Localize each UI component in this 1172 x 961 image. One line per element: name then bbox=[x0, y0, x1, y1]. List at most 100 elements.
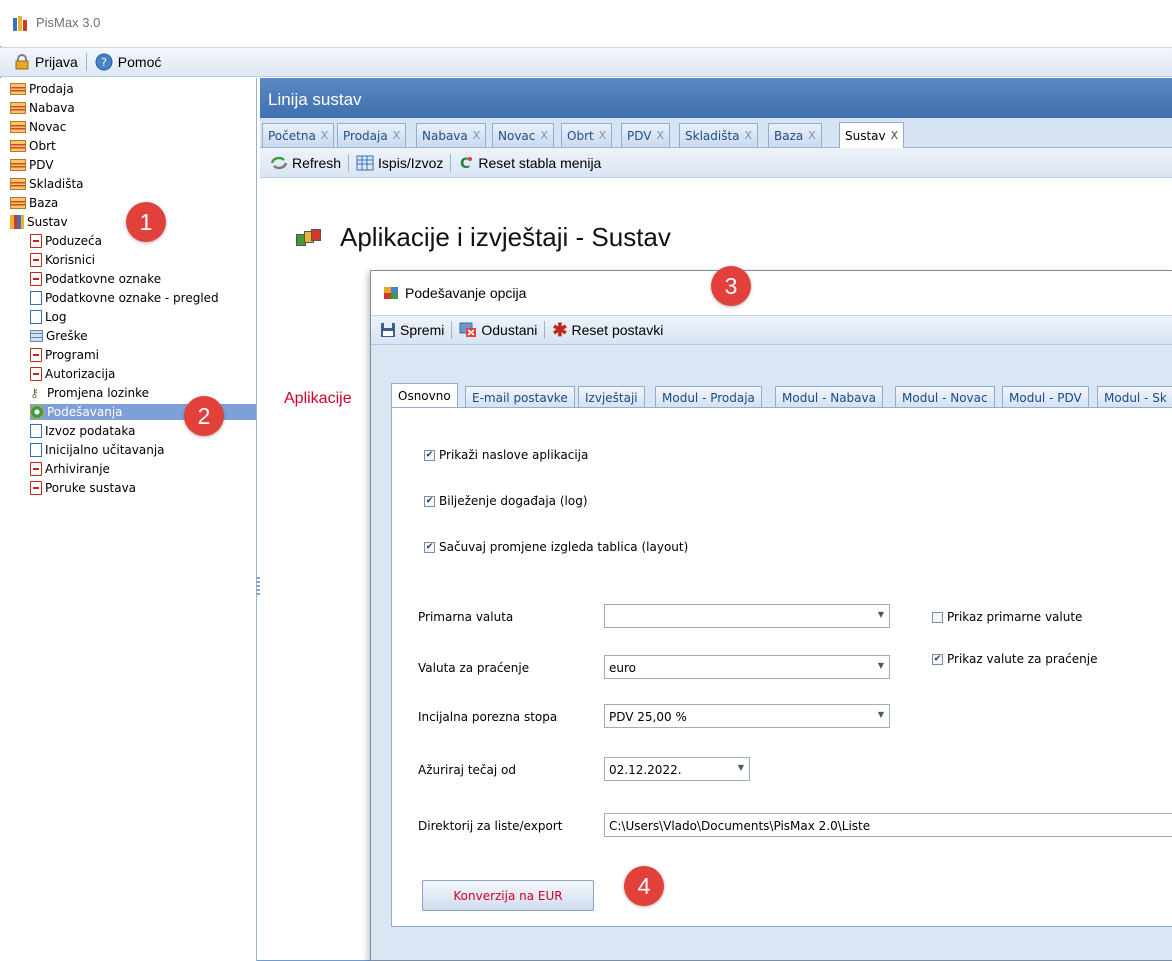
sidebar-item-label: Podatkovne oznake - pregled bbox=[45, 291, 219, 305]
sidebar-item-log[interactable]: Log bbox=[30, 309, 66, 325]
show-titles-checkbox[interactable]: ✔ bbox=[424, 449, 435, 461]
sidebar-item-poruke-sustava[interactable]: Poruke sustava bbox=[30, 480, 136, 496]
tab-modul-pdv[interactable]: Modul - PDV bbox=[1002, 386, 1089, 408]
close-icon[interactable]: X bbox=[393, 129, 401, 142]
sidebar-item-nabava[interactable]: Nabava bbox=[10, 100, 75, 116]
close-icon[interactable]: X bbox=[321, 129, 329, 142]
callout-marker: 3 bbox=[711, 266, 751, 306]
show-tracking-currency-checkbox[interactable]: ✔ bbox=[932, 653, 943, 665]
sidebar-item-podatkovne-oznake-pregled[interactable]: Podatkovne oznake - pregled bbox=[30, 290, 219, 306]
log-events-option[interactable]: ✔ Bilježenje događaja (log) bbox=[424, 494, 588, 508]
initial-tax-select[interactable]: PDV 25,00 % ▼ bbox=[604, 704, 890, 728]
cancel-label: Odustani bbox=[481, 322, 538, 338]
sidebar-item-skladista[interactable]: Skladišta bbox=[10, 176, 84, 192]
save-layout-option[interactable]: ✔ Sačuvaj promjene izgleda tablica (layou… bbox=[424, 540, 688, 554]
update-rate-label: Ažuriraj tečaj od bbox=[418, 763, 516, 777]
tab-email-postavke[interactable]: E-mail postavke bbox=[465, 386, 575, 408]
tab-modul-skladista[interactable]: Modul - Sk bbox=[1097, 386, 1172, 408]
tracking-currency-select[interactable]: euro ▼ bbox=[604, 655, 890, 679]
document-icon bbox=[30, 481, 42, 495]
sidebar-item-sustav[interactable]: Sustav bbox=[10, 214, 68, 230]
tab-modul-nabava[interactable]: Modul - Nabava bbox=[775, 386, 883, 408]
toolbar-divider bbox=[544, 321, 546, 339]
close-icon[interactable]: X bbox=[656, 129, 664, 142]
sidebar-item-korisnici[interactable]: Korisnici bbox=[30, 252, 95, 268]
sidebar-item-label: Greške bbox=[46, 329, 88, 343]
export-dir-input[interactable]: C:\Users\Vlado\Documents\PisMax 2.0\List… bbox=[604, 813, 1172, 837]
tab-pocetna[interactable]: Početna X bbox=[262, 123, 335, 147]
document-icon bbox=[30, 253, 42, 267]
close-icon[interactable]: X bbox=[891, 129, 899, 142]
tab-izvjestaji[interactable]: Izvještaji bbox=[578, 386, 645, 408]
reset-menu-tree-button[interactable]: C Reset stabla menija bbox=[454, 155, 605, 171]
sidebar-item-novac[interactable]: Novac bbox=[10, 119, 66, 135]
document-icon bbox=[30, 272, 42, 286]
sidebar-item-programi[interactable]: Programi bbox=[30, 347, 99, 363]
sidebar-item-autorizacija[interactable]: Autorizacija bbox=[30, 366, 115, 382]
tab-label: Obrt bbox=[567, 128, 594, 143]
sidebar-item-inicijalno-ucitavanja[interactable]: Inicijalno učitavanja bbox=[30, 442, 165, 458]
asterisk-icon: ✱ bbox=[552, 319, 568, 340]
tab-novac[interactable]: Novac X bbox=[492, 123, 554, 147]
settings-dialog: Podešavanje opcija Spremi Odustani ✱ Res… bbox=[370, 270, 1172, 961]
refresh-button[interactable]: Refresh bbox=[266, 155, 345, 171]
log-events-checkbox[interactable]: ✔ bbox=[424, 495, 435, 507]
cancel-button[interactable]: Odustani bbox=[455, 322, 541, 338]
sidebar-item-label: Arhiviranje bbox=[45, 462, 110, 476]
show-primary-currency-checkbox[interactable]: ✔ bbox=[932, 611, 943, 623]
sidebar-item-label: PDV bbox=[29, 158, 54, 172]
show-titles-option[interactable]: ✔ Prikaži naslove aplikacija bbox=[424, 448, 588, 462]
module-tab-strip: Početna X Prodaja X Nabava X Novac X Obrt X P… bbox=[260, 118, 1172, 148]
show-tracking-currency-option[interactable]: ✔ Prikaz valute za praćenje bbox=[932, 652, 1097, 666]
tab-sustav[interactable]: Sustav X bbox=[839, 122, 905, 148]
sidebar-item-obrt[interactable]: Obrt bbox=[10, 138, 56, 154]
save-layout-checkbox[interactable]: ✔ bbox=[424, 541, 435, 553]
reset-settings-label: Reset postavki bbox=[571, 322, 664, 338]
primary-currency-select[interactable]: ▼ bbox=[604, 604, 890, 628]
save-button[interactable]: Spremi bbox=[376, 322, 448, 338]
tab-skladista[interactable]: Skladišta X bbox=[679, 123, 759, 147]
sidebar-item-promjena-lozinke[interactable]: ⚷ Promjena lozinke bbox=[30, 385, 149, 401]
help-menu[interactable]: ? Pomoć bbox=[91, 53, 166, 71]
sidebar-item-label: Skladišta bbox=[29, 177, 84, 191]
tab-osnovno[interactable]: Osnovno bbox=[391, 383, 458, 408]
close-icon[interactable]: X bbox=[473, 129, 481, 142]
sidebar-item-greske[interactable]: Greške bbox=[30, 328, 88, 344]
cancel-icon bbox=[459, 322, 477, 337]
close-icon[interactable]: X bbox=[599, 129, 607, 142]
tab-modul-prodaja[interactable]: Modul - Prodaja bbox=[655, 386, 762, 408]
sidebar-item-prodaja[interactable]: Prodaja bbox=[10, 81, 74, 97]
login-menu[interactable]: Prijava bbox=[10, 54, 82, 70]
sidebar-item-podatkovne-oznake[interactable]: Podatkovne oznake bbox=[30, 271, 161, 287]
tab-obrt[interactable]: Obrt X bbox=[561, 123, 613, 147]
tab-pdv[interactable]: PDV X bbox=[621, 123, 671, 147]
section-header: Linija sustav bbox=[260, 78, 1172, 118]
close-icon[interactable]: X bbox=[540, 129, 548, 142]
window-title: PisMax 3.0 bbox=[36, 15, 101, 30]
sidebar-item-izvoz-podataka[interactable]: Izvoz podataka bbox=[30, 423, 135, 439]
splitter-handle[interactable] bbox=[256, 575, 260, 595]
tab-modul-novac[interactable]: Modul - Novac bbox=[895, 386, 995, 408]
checkbox-label: Prikaz valute za praćenje bbox=[947, 652, 1098, 666]
sidebar-item-poduzeca[interactable]: Poduzeća bbox=[30, 233, 102, 249]
show-primary-currency-option[interactable]: ✔ Prikaz primarne valute bbox=[932, 610, 1082, 624]
convert-to-eur-button[interactable]: Konverzija na EUR bbox=[422, 880, 594, 911]
close-icon[interactable]: X bbox=[745, 129, 753, 142]
tab-nabava[interactable]: Nabava X bbox=[416, 123, 487, 147]
export-dir-label: Direktorij za liste/export bbox=[418, 819, 563, 833]
checkbox-label: Bilježenje događaja (log) bbox=[439, 494, 588, 508]
tab-prodaja[interactable]: Prodaja X bbox=[337, 123, 407, 147]
tab-baza[interactable]: Baza X bbox=[768, 123, 822, 147]
print-export-button[interactable]: Ispis/Izvoz bbox=[352, 155, 447, 171]
date-value: 02.12.2022. bbox=[609, 763, 682, 777]
update-rate-date-picker[interactable]: 02.12.2022. ▼ bbox=[604, 757, 750, 781]
blank-document-icon bbox=[30, 291, 42, 305]
sidebar-item-label: Novac bbox=[29, 120, 67, 134]
close-icon[interactable]: X bbox=[808, 129, 816, 142]
sidebar-item-pdv[interactable]: PDV bbox=[10, 157, 53, 173]
key-icon: ⚷ bbox=[30, 386, 39, 400]
checkbox-label: Prikaz primarne valute bbox=[947, 610, 1083, 624]
sidebar-item-arhiviranje[interactable]: Arhiviranje bbox=[30, 461, 110, 477]
sidebar-item-baza[interactable]: Baza bbox=[10, 195, 58, 211]
reset-settings-button[interactable]: ✱ Reset postavki bbox=[548, 320, 667, 341]
